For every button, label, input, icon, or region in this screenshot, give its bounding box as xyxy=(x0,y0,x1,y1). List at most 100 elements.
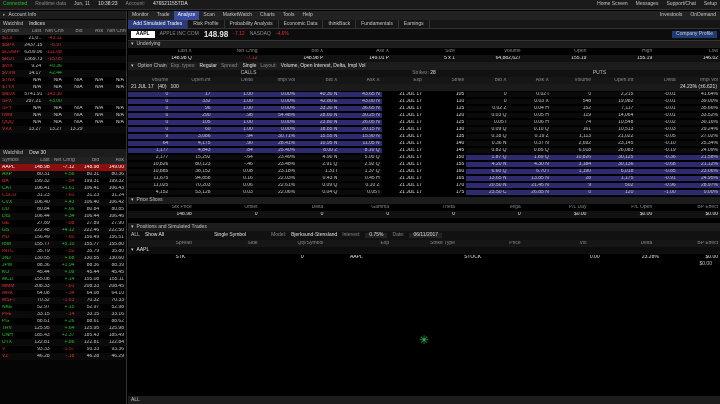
chain-cell[interactable]: 1.00 xyxy=(212,106,255,111)
chain-col-header[interactable]: Open.Int xyxy=(170,78,212,83)
chain-cell[interactable]: 11,675 xyxy=(128,176,171,181)
chain-cell[interactable]: -0.01 xyxy=(635,92,678,97)
chain-col-header[interactable]: Delta xyxy=(635,78,677,83)
price-slices-header[interactable]: ▾ Price Slices xyxy=(128,197,720,204)
chain-cell[interactable]: 11.05 N xyxy=(339,141,382,146)
spread-select[interactable]: Single xyxy=(242,63,256,69)
subtab[interactable]: Economic Data xyxy=(279,19,324,29)
subtab[interactable]: Risk Profile xyxy=(188,19,225,29)
chain-cell[interactable]: 105 xyxy=(170,120,213,125)
chain-col-header[interactable]: Ask X xyxy=(509,78,551,83)
chain-cell[interactable]: 33.30 N xyxy=(297,106,340,111)
chain-cell[interactable]: 6.70 I xyxy=(508,169,551,174)
chain-cell[interactable]: 40.30 N xyxy=(297,92,340,97)
watchlist-row[interactable]: VXX 13.27 13.27 13.29 xyxy=(0,126,126,133)
chain-cell[interactable]: 24.09% xyxy=(677,148,720,153)
watchlist-row[interactable]: DIS 106.44 +.34 106.44 106.46 xyxy=(0,213,126,220)
chain-cell[interactable]: 15.55 N xyxy=(297,134,340,139)
chain-cell[interactable]: 0.16 xyxy=(212,176,255,181)
chain-col-header[interactable]: Impl Vol xyxy=(255,78,297,83)
option-chain-row[interactable]: 0 105 1.00 0.00% 23.80 N 26.05 N 21 JUL 17 125 0… xyxy=(128,119,720,126)
date-input[interactable]: 06/11/2017 xyxy=(409,233,443,238)
chain-cell[interactable]: 18.85 N xyxy=(297,127,340,132)
chain-cell[interactable]: 0.05 I xyxy=(339,190,382,195)
chain-cell[interactable]: 0.10 Z xyxy=(339,183,382,188)
chain-cell[interactable]: 94,858 xyxy=(170,176,213,181)
option-chain-row[interactable]: 0 332 1.00 0.00% 42.80 E 43.00 N 21 JUL 17 110 0… xyxy=(128,98,720,105)
spread-mode[interactable]: Single Symbol xyxy=(214,233,246,238)
chain-cell[interactable]: 25.40% xyxy=(254,148,298,153)
chain-cell[interactable]: 10,513 xyxy=(593,127,636,132)
chain-cell[interactable]: 53,128 xyxy=(170,190,213,195)
chain-cell[interactable]: 161 xyxy=(550,127,594,132)
option-chain-row[interactable]: 2,177 15,292 -.64 23.49% 4.90 N 5.00 Q 21 JUL … xyxy=(128,154,720,161)
chain-cell[interactable]: 119 xyxy=(550,113,594,118)
chain-cell[interactable]: 0 xyxy=(466,99,509,104)
underlying-header[interactable]: ▾ Underlying xyxy=(128,41,720,48)
col-bid[interactable]: Bid xyxy=(64,29,85,34)
chain-cell[interactable]: 21,022 xyxy=(593,134,636,139)
chain-cell[interactable]: 23.80 N xyxy=(297,120,340,125)
col-symbol[interactable]: Symbol xyxy=(0,29,22,34)
watchlist-row[interactable]: INTC 35.79 -.52 35.79 35.80 xyxy=(0,248,126,255)
chain-cell[interactable]: 30.71% xyxy=(254,134,298,139)
chain-cell[interactable]: 43.65 N xyxy=(339,92,382,97)
chain-cell[interactable]: 0.09 Q xyxy=(466,127,509,132)
option-chain-row[interactable]: 6 290.98 54.48% 28.60 N 30.25 N 21 JUL 17 120 0… xyxy=(128,112,720,119)
messages-link[interactable]: Messages xyxy=(636,2,659,7)
chain-cell[interactable]: 0.02 I xyxy=(508,92,551,97)
watchlist1-name[interactable]: Indices xyxy=(29,21,45,27)
watchlist-row[interactable]: VZ 46.28 -.18 46.28 46.29 xyxy=(0,353,126,360)
chain-cell[interactable]: 96 xyxy=(170,106,213,111)
chain-cell[interactable]: -1.00 xyxy=(635,190,678,195)
setup-link[interactable]: Setup xyxy=(704,2,717,7)
chain-cell[interactable]: 0.09 Q xyxy=(297,183,340,188)
chain-cell[interactable]: 17 xyxy=(170,92,213,97)
chain-cell[interactable]: 20.50 N xyxy=(466,183,509,188)
chain-cell[interactable]: 2,177 xyxy=(128,155,171,160)
chain-cell[interactable]: 332 xyxy=(170,99,213,104)
chain-col-header[interactable]: Bid X xyxy=(297,78,339,83)
col-net-chng-pct[interactable]: Net Chng % xyxy=(105,29,126,34)
chain-cell[interactable]: -0.05 xyxy=(635,134,678,139)
watchlist-row[interactable]: NKE 52.97 +.15 52.97 52.98 xyxy=(0,304,126,311)
chain-cell[interactable]: 0 xyxy=(550,92,594,97)
chain-cell[interactable]: 0.05 I xyxy=(466,120,509,125)
option-chain-row[interactable]: 11,025 70,203 0.06 22.61% 0.09 Q 0.10 Z 21 JUL… xyxy=(128,182,720,189)
chain-cell[interactable]: 21.58% xyxy=(677,155,720,160)
chain-cell[interactable]: 6 xyxy=(128,113,171,118)
chain-cell[interactable]: 26.05 N xyxy=(339,120,382,125)
chain-cell[interactable]: 5.00 Q xyxy=(339,155,382,160)
chain-cell[interactable]: -0.02 xyxy=(635,120,678,125)
watchlist-row[interactable]: $DJI 21,0.. -43.11 xyxy=(0,35,126,42)
chain-cell[interactable]: 23.48% xyxy=(254,162,298,167)
chain-cell[interactable]: 0 xyxy=(550,190,594,195)
chain-cell[interactable]: .94 xyxy=(212,134,255,139)
watchlist-row[interactable]: BA 199.32 -.54 199.31 199.32 xyxy=(0,178,126,185)
watchlist-row[interactable]: GS 222.48 +4.12 222.46 222.50 xyxy=(0,227,126,234)
subtab[interactable]: Fundamentals xyxy=(356,19,399,29)
option-chain-row[interactable]: 0 17 1.00 0.00% 40.30 N 43.65 N 21 JUL 17 105 0 0… xyxy=(128,91,720,98)
chain-cell[interactable]: 152 xyxy=(550,106,594,111)
chain-cell[interactable]: 0.36 N xyxy=(466,141,509,146)
chain-cell[interactable]: 30,136 xyxy=(593,162,636,167)
chain-cell[interactable]: 2.92 Q xyxy=(339,162,382,167)
home-screen-link[interactable]: Home Screen xyxy=(597,2,628,7)
watchlist-row[interactable]: DD 80.84 +.66 80.84 80.85 xyxy=(0,206,126,213)
chain-cell[interactable]: 0 xyxy=(128,127,171,132)
symbol-selector[interactable]: AAPL xyxy=(131,31,155,38)
option-chain-row[interactable]: 10,885 38,152 0.08 23.18% 1.31 I 1.37 Q 21 JUL… xyxy=(128,168,720,175)
chain-cell[interactable]: 38,152 xyxy=(170,169,213,174)
chain-cell[interactable]: 70,203 xyxy=(170,183,213,188)
watchlist-row[interactable]: CSCO 31.23 -.61 31.23 31.24 xyxy=(0,192,126,199)
watchlist-row[interactable]: MSFT 70.32 -1.63 70.32 70.33 xyxy=(0,297,126,304)
col-net-chng[interactable]: Net Chng xyxy=(52,158,77,163)
chain-cell[interactable]: -0.85 xyxy=(635,169,678,174)
watchlist-row[interactable]: $SPX 2437.15 -6.97 xyxy=(0,42,126,49)
watchlist-row[interactable]: SPY N/A N/A N/A N/A N/A xyxy=(0,105,126,112)
chain-cell[interactable]: 9 xyxy=(550,183,594,188)
chain-cell[interactable]: 23.50 C xyxy=(466,190,509,195)
chain-cell[interactable]: 9 xyxy=(128,134,171,139)
chain-cell[interactable]: 0.43 N xyxy=(297,176,340,181)
chain-cell[interactable]: 1.00 xyxy=(212,99,255,104)
